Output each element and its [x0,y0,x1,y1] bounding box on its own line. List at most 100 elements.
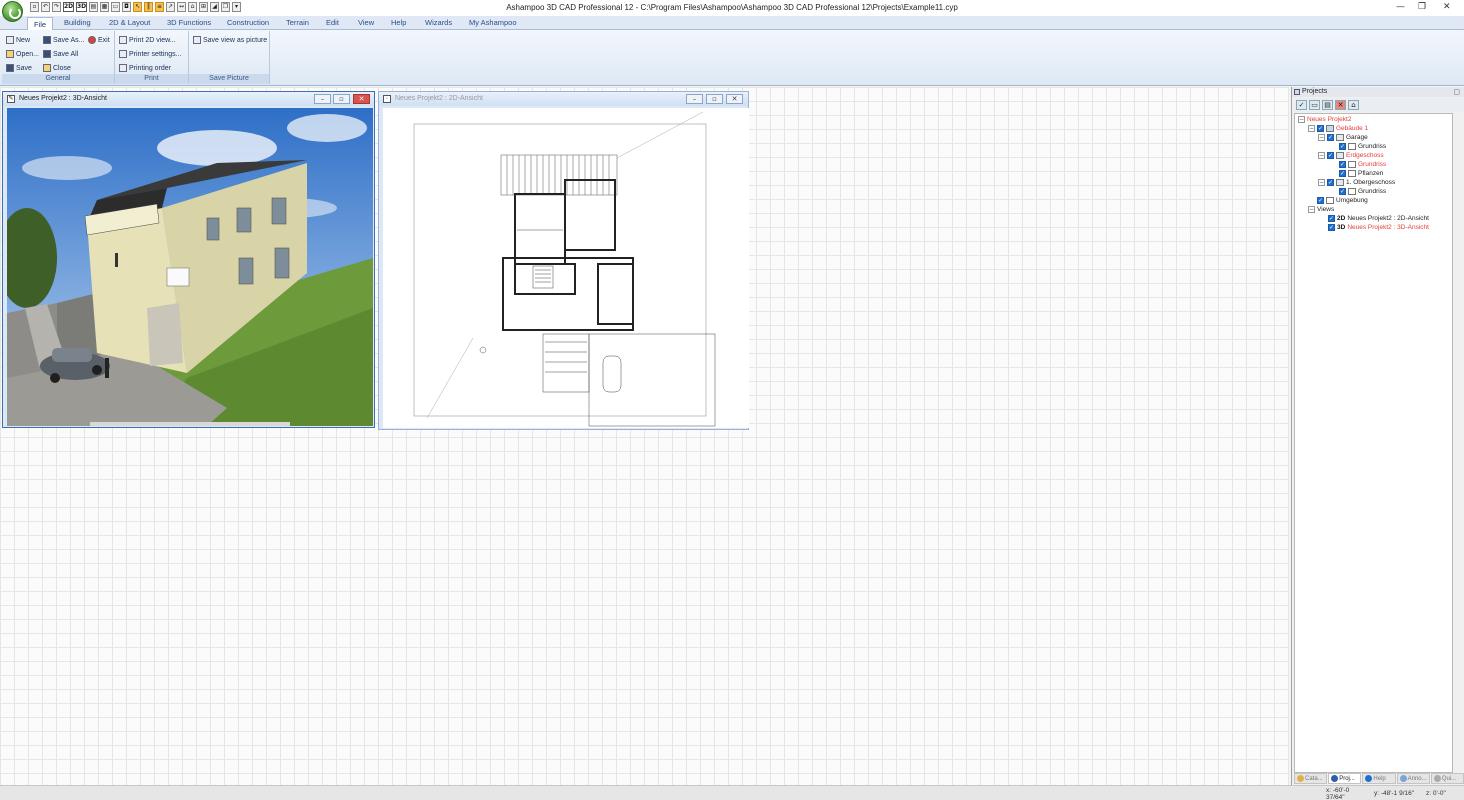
tree-node-project[interactable]: − Neues Projekt2 [1298,115,1351,124]
project-tree: − Neues Projekt2 − ✓ Gebäude 1 − ✓ Garag… [1294,113,1453,773]
tree-node-garage[interactable]: − ✓ Garage [1318,133,1368,142]
checkbox-og-grundriss[interactable]: ✓ [1339,188,1346,195]
tree-node-view-2d[interactable]: ✓ 2D Neues Projekt2 : 2D-Ansicht [1328,214,1429,223]
save-as-label: Save As... [53,36,85,44]
building-icon[interactable]: ⌂ [1348,100,1359,110]
view-2d-restore-button[interactable]: ▫ [706,94,723,104]
tab-building[interactable]: Building [64,18,91,27]
picture-icon [193,36,201,44]
collapse-icon[interactable]: − [1318,134,1325,141]
tree-node-eg-pflanzen[interactable]: ✓ Pflanzen [1339,169,1383,178]
view-3d-restore-button[interactable]: ▫ [333,94,350,104]
delete-icon[interactable]: ✕ [1335,100,1346,110]
tree-label-view-2d: Neues Projekt2 : 2D-Ansicht [1347,215,1429,222]
view-2d-canvas[interactable] [383,108,749,428]
tree-label-obergeschoss: 1. Obergeschoss [1346,179,1396,186]
printing-order-button[interactable]: Printing order [119,64,171,72]
save-all-icon [43,50,51,58]
checkbox-view-2d[interactable]: ✓ [1328,215,1335,222]
tab-help-panel[interactable]: Help [1362,773,1396,784]
ribbon-group-print: Print 2D view... Printer settings... Pri… [115,31,189,84]
tree-node-umgebung[interactable]: ✓ Umgebung [1317,196,1368,205]
tab-my-ashampoo[interactable]: My Ashampoo [469,18,517,27]
checkbox-eg-pflanzen[interactable]: ✓ [1339,170,1346,177]
save-all-button[interactable]: Save All [43,50,78,58]
checkbox-eg-grundriss[interactable]: ✓ [1339,161,1346,168]
tab-projects[interactable]: Proj... [1328,773,1362,784]
tab-view[interactable]: View [358,18,374,27]
workspace[interactable]: ✎ Neues Projekt2 : 3D-Ansicht – ▫ ✕ ▫ Ne… [0,87,1289,785]
view-3d-canvas[interactable] [7,108,373,426]
tree-node-og-grundriss[interactable]: ✓ Grundriss [1339,187,1386,196]
tree-node-view-3d[interactable]: ✓ 3D Neues Projekt2 : 3D-Ansicht [1328,223,1429,232]
printer-settings-button[interactable]: Printer settings... [119,50,182,58]
close-button[interactable]: ✕ [1443,2,1451,12]
tab-help[interactable]: Help [391,18,406,27]
checkbox-obergeschoss[interactable]: ✓ [1327,179,1334,186]
tree-node-building[interactable]: − ✓ Gebäude 1 [1308,124,1368,133]
checkmark-icon[interactable]: ✓ [1296,100,1307,110]
view-3d-window[interactable]: ✎ Neues Projekt2 : 3D-Ansicht – ▫ ✕ [2,91,375,428]
tab-catalog[interactable]: Cata... [1294,773,1328,784]
tab-construction[interactable]: Construction [227,18,269,27]
collapse-icon[interactable]: − [1318,179,1325,186]
tree-label-view-3d: Neues Projekt2 : 3D-Ansicht [1347,224,1429,231]
save-as-icon [43,36,51,44]
tab-annotations[interactable]: Anno... [1396,773,1430,784]
save-button[interactable]: Save [6,64,32,72]
printer-settings-icon [119,50,127,58]
minimize-button[interactable]: — [1396,2,1405,12]
collapse-icon[interactable]: − [1318,152,1325,159]
help-icon [1365,775,1373,782]
view-2d-window[interactable]: ▫ Neues Projekt2 : 2D-Ansicht – ▫ ✕ [378,91,749,430]
tab-quick[interactable]: Qui... [1430,773,1464,784]
checkbox-erdgeschoss[interactable]: ✓ [1327,152,1334,159]
ribbon-tabs: File Building 2D & Layout 3D Functions C… [0,16,1464,31]
close-project-button[interactable]: Close [43,64,71,72]
view-2d-minimize-button[interactable]: – [686,94,703,104]
view-3d-minimize-button[interactable]: – [314,94,331,104]
exit-button[interactable]: Exit [88,36,110,44]
tab-edit[interactable]: Edit [326,18,339,27]
save-as-button[interactable]: Save As... [43,36,85,44]
tree-node-obergeschoss[interactable]: − ✓ 1. Obergeschoss [1318,178,1395,187]
catalog-icon [1297,775,1304,782]
projects-toolbar: ✓ ▭ ▤ ✕ ⌂ [1294,98,1464,112]
checkbox-building[interactable]: ✓ [1317,125,1324,132]
tree-node-erdgeschoss[interactable]: − ✓ Erdgeschoss [1318,151,1384,160]
checkbox-garage[interactable]: ✓ [1327,134,1334,141]
tree-node-garage-grundriss[interactable]: ✓ Grundriss [1339,142,1386,151]
restore-button[interactable]: ❐ [1418,2,1426,12]
new-button[interactable]: New [6,36,30,44]
tab-annotations-label: Anno... [1407,775,1427,782]
properties-icon[interactable]: ▤ [1322,100,1333,110]
projects-panel-title: Projects [1292,87,1464,97]
checkbox-view-3d[interactable]: ✓ [1328,224,1335,231]
checkbox-umgebung[interactable]: ✓ [1317,197,1324,204]
view-3d-close-button[interactable]: ✕ [353,94,370,104]
checkbox-garage-grundriss[interactable]: ✓ [1339,143,1346,150]
save-view-button[interactable]: Save view as picture [193,36,267,44]
pin-icon[interactable]: ▢ [1453,88,1460,96]
print-2d-button[interactable]: Print 2D view... [119,36,176,44]
open-button[interactable]: Open... [6,50,39,58]
collapse-icon[interactable]: − [1308,125,1315,132]
tab-terrain[interactable]: Terrain [286,18,309,27]
exit-label: Exit [98,36,110,44]
tree-node-views[interactable]: − Views [1308,205,1334,214]
printing-order-label: Printing order [129,64,172,72]
collapse-icon[interactable]: − [1298,116,1305,123]
tab-2d-layout[interactable]: 2D & Layout [109,18,150,27]
app-menu-button[interactable] [2,1,23,22]
tab-file[interactable]: File [27,17,54,31]
collapse-icon[interactable]: − [1308,206,1315,213]
tab-3d-functions[interactable]: 3D Functions [167,18,211,27]
save-view-label: Save view as picture [203,36,268,44]
view-2d-close-button[interactable]: ✕ [726,94,743,104]
floor-icon [1336,152,1344,159]
ribbon-group-general: New Open... Save Save As... Save All Clo… [2,31,115,84]
printing-order-icon [119,64,127,72]
tree-node-eg-grundriss[interactable]: ✓ Grundriss [1339,160,1386,169]
rename-icon[interactable]: ▭ [1309,100,1320,110]
tab-wizards[interactable]: Wizards [425,18,452,27]
